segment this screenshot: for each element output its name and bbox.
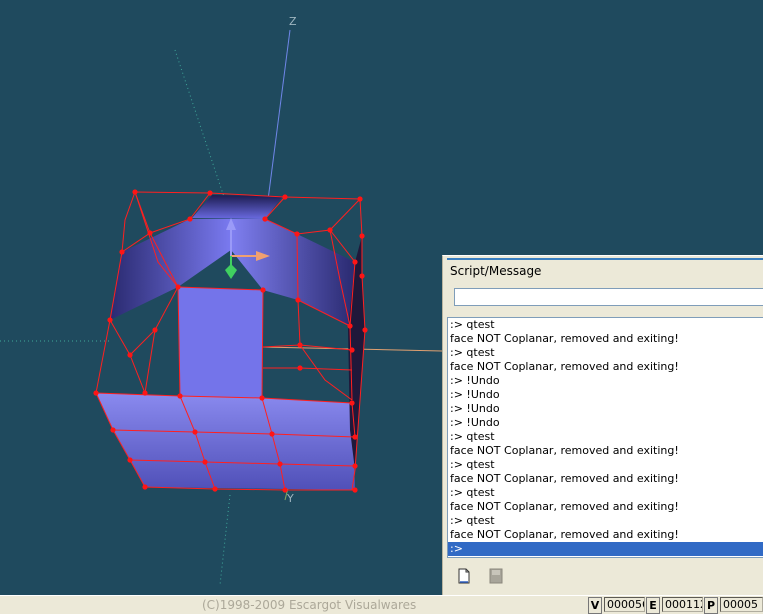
new-script-icon[interactable] [455, 567, 473, 585]
log-line[interactable]: :> qtest [448, 458, 763, 472]
log-line[interactable]: face NOT Coplanar, removed and exiting! [448, 500, 763, 514]
script-message-panel: Script/Message :> qtest face NOT Coplana… [442, 255, 763, 596]
log-line[interactable]: :> qtest [448, 318, 763, 332]
log-line[interactable]: :> qtest [448, 514, 763, 528]
gizmo-y-handle [225, 264, 237, 279]
copyright-text: (C)1998-2009 Escargot Visualwares [202, 598, 417, 612]
message-log[interactable]: :> qtest face NOT Coplanar, removed and … [447, 317, 763, 558]
mesh-face-front-column [178, 287, 263, 398]
polygon-count-value: 00005 [720, 597, 763, 612]
edge-count-value: 000112 [662, 597, 703, 612]
log-line[interactable]: face NOT Coplanar, removed and exiting! [448, 444, 763, 458]
log-line[interactable]: :> !Undo [448, 374, 763, 388]
vertex-count-label: V [588, 597, 602, 614]
log-line[interactable]: :> !Undo [448, 388, 763, 402]
status-bar: (C)1998-2009 Escargot Visualwares V 0000… [0, 595, 763, 614]
log-line[interactable]: face NOT Coplanar, removed and exiting! [448, 332, 763, 346]
edge-count-label: E [646, 597, 660, 614]
log-line[interactable]: :> !Undo [448, 416, 763, 430]
panel-top-border [447, 258, 763, 260]
log-line[interactable]: face NOT Coplanar, removed and exiting! [448, 360, 763, 374]
polygon-count-label: P [704, 597, 718, 614]
panel-title: Script/Message [450, 264, 542, 278]
log-line[interactable]: :> qtest [448, 486, 763, 500]
log-line[interactable]: face NOT Coplanar, removed and exiting! [448, 472, 763, 486]
z-axis-label: Z [289, 15, 297, 28]
log-line[interactable]: :> qtest [448, 430, 763, 444]
save-script-icon[interactable] [487, 567, 505, 585]
log-line[interactable]: :> qtest [448, 346, 763, 360]
log-line[interactable]: :> !Undo [448, 402, 763, 416]
mesh-face-bottom [96, 393, 355, 490]
command-input[interactable] [454, 288, 763, 306]
log-line-selected[interactable]: :> [448, 542, 763, 556]
y-axis-label: Y [286, 492, 294, 505]
log-line[interactable]: face NOT Coplanar, removed and exiting! [448, 528, 763, 542]
vertex-count-value: 000056 [604, 597, 645, 612]
